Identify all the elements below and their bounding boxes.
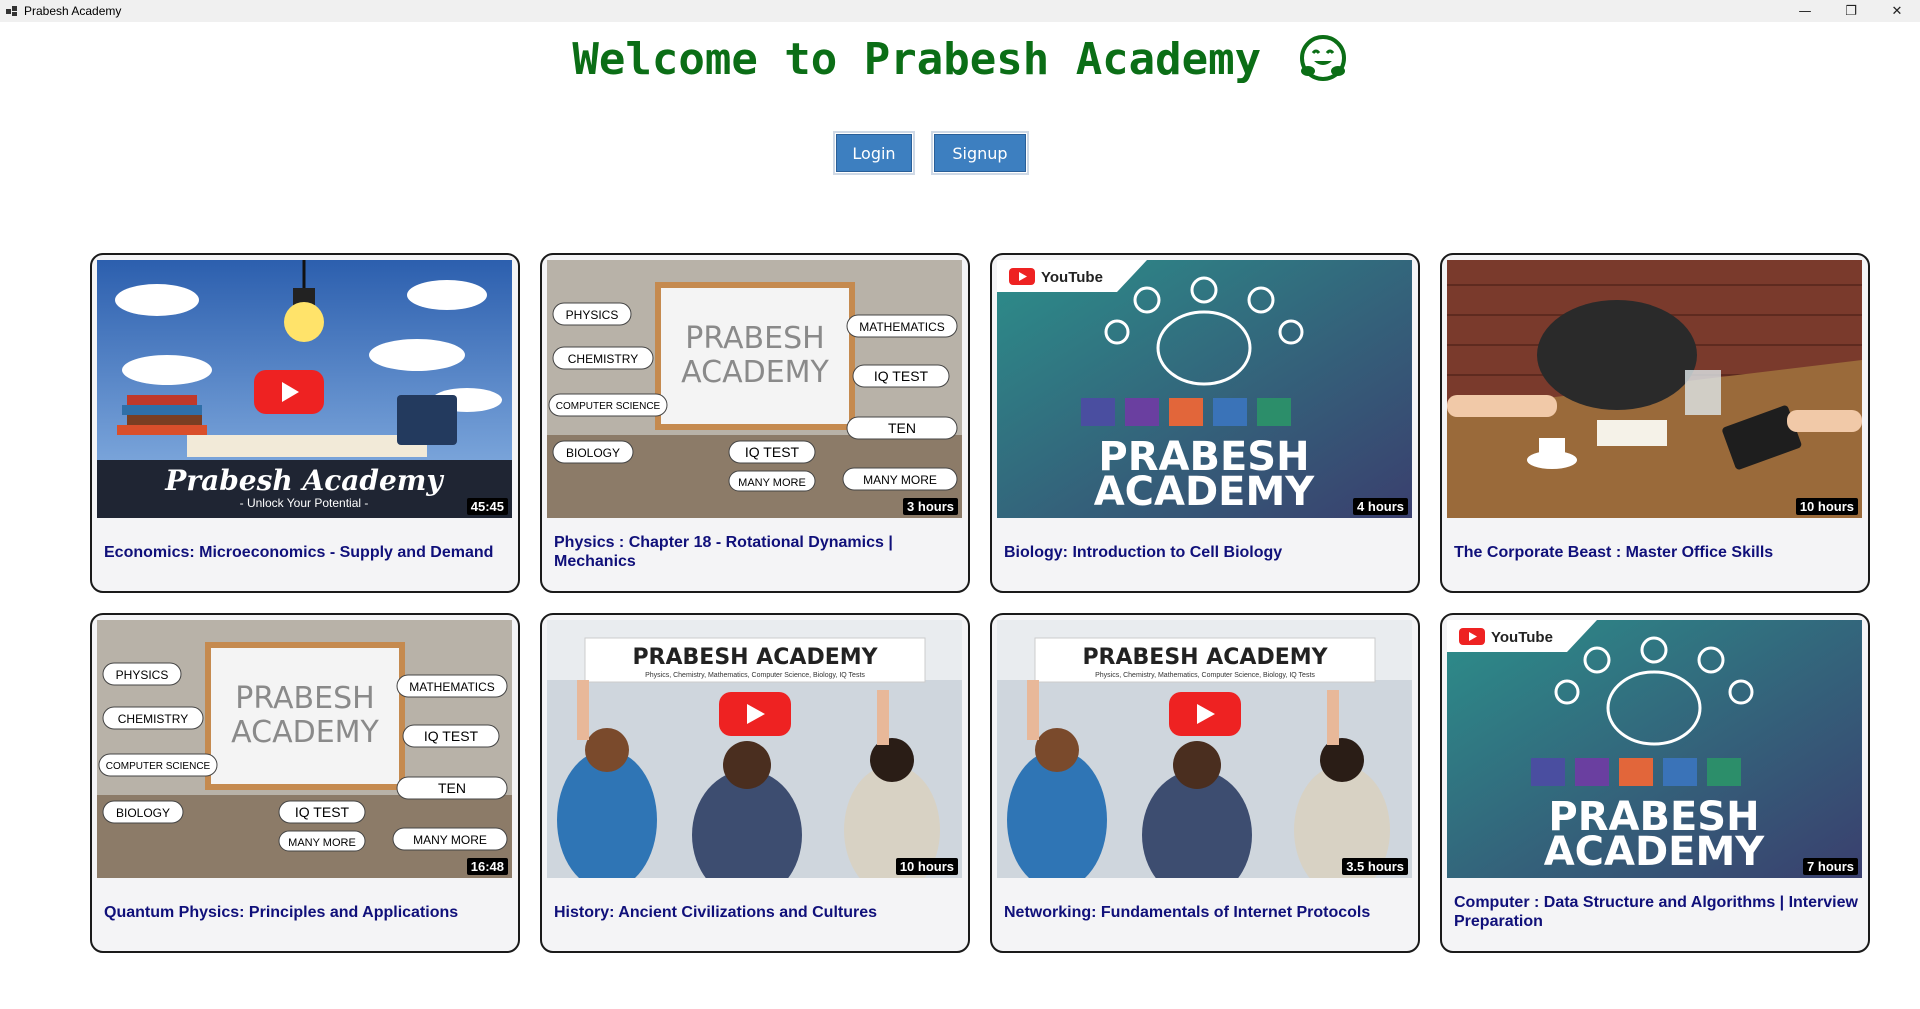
youtube-text: YouTube [1491,629,1553,646]
course-thumbnail: PRABESH ACADEMY PHYSICS CHEMISTRY COMPUT… [97,620,512,878]
close-button[interactable]: ✕ [1874,0,1920,22]
course-card[interactable]: PRABESH ACADEMY PHYSICS CHEMISTRY COMPUT… [90,613,520,953]
course-thumbnail: PRABESH ACADEMY PHYSICS CHEMISTRY COMPUT… [547,260,962,518]
whiteboard-brand-2: ACADEMY [231,715,379,750]
whiteboard-thumbnail: PRABESH ACADEMY PHYSICS CHEMISTRY COMPUT… [547,260,962,518]
course-card[interactable]: YouTube PRABESH ACADEMY 7 hours Computer… [1440,613,1870,953]
welcome-text: Welcome to Prabesh Academy [572,34,1262,85]
auth-buttons: Login Signup [0,131,1920,175]
whiteboard-brand-1: PRABESH [235,681,374,716]
brain-youtube-thumbnail: YouTube PRABESH ACADEMY [997,260,1412,518]
app-icon [4,3,20,19]
youtube-text: YouTube [1041,269,1103,286]
whiteboard-tag: MANY MORE [738,477,806,489]
course-title[interactable]: Economics: Microeconomics - Supply and D… [104,519,508,585]
whiteboard-tag: MANY MORE [288,837,356,849]
banner-title: PRABESH ACADEMY [1082,645,1328,670]
course-card[interactable]: PRABESH ACADEMY PHYSICS CHEMISTRY COMPUT… [540,253,970,593]
whiteboard-tag: TEN [438,780,466,796]
duration-badge: 3 hours [903,498,958,515]
course-title[interactable]: Computer : Data Structure and Algorithms… [1454,879,1858,945]
whiteboard-tag: IQ TEST [874,368,929,384]
course-card[interactable]: PRABESH ACADEMY Physics, Chemistry, Math… [990,613,1420,953]
whiteboard-brand-1: PRABESH [685,321,824,356]
course-title[interactable]: Biology: Introduction to Cell Biology [1004,519,1408,585]
login-button[interactable]: Login [833,131,915,175]
window-controls: — ❐ ✕ [1782,0,1920,22]
whiteboard-tag: PHYSICS [566,308,619,322]
whiteboard-tag: TEN [888,420,916,436]
whiteboard-tag: CHEMISTRY [118,712,188,726]
whiteboard-tag: MATHEMATICS [859,320,945,334]
course-title[interactable]: Networking: Fundamentals of Internet Pro… [1004,879,1408,945]
course-thumbnail: YouTube PRABESH ACADEMY 4 hours [997,260,1412,518]
whiteboard-thumbnail: PRABESH ACADEMY PHYSICS CHEMISTRY COMPUT… [97,620,512,878]
banner-subtitle: Physics, Chemistry, Mathematics, Compute… [645,672,865,679]
course-card[interactable]: PRABESH ACADEMY Physics, Chemistry, Math… [540,613,970,953]
whiteboard-tag: MANY MORE [863,473,937,487]
window-titlebar: Prabesh Academy — ❐ ✕ [0,0,1920,22]
duration-badge: 7 hours [1803,858,1858,875]
window-title: Prabesh Academy [24,4,122,18]
duration-badge: 4 hours [1353,498,1408,515]
signup-button[interactable]: Signup [931,131,1029,175]
duration-badge: 10 hours [895,858,958,875]
whiteboard-brand-2: ACADEMY [681,355,829,390]
course-thumbnail: 10 hours [1447,260,1862,518]
course-title[interactable]: Quantum Physics: Principles and Applicat… [104,879,508,945]
maximize-button[interactable]: ❐ [1828,0,1874,22]
whiteboard-tag: BIOLOGY [566,446,620,460]
whiteboard-tag: IQ TEST [295,804,350,820]
hugging-face-icon [1298,33,1348,83]
brand-block-2: ACADEMY [1544,829,1766,875]
classroom-thumbnail: PRABESH ACADEMY Physics, Chemistry, Math… [997,620,1412,878]
course-thumbnail: PRABESH ACADEMY Physics, Chemistry, Math… [547,620,962,878]
whiteboard-tag: MATHEMATICS [409,680,495,694]
office-table-thumbnail [1447,260,1862,518]
banner-title: PRABESH ACADEMY [632,645,878,670]
banner-subtitle: Physics, Chemistry, Mathematics, Compute… [1095,672,1315,679]
classroom-thumbnail: PRABESH ACADEMY Physics, Chemistry, Math… [547,620,962,878]
whiteboard-tag: MANY MORE [413,833,487,847]
course-thumbnail: Prabesh Academy - Unlock Your Potential … [97,260,512,518]
whiteboard-tag: COMPUTER SCIENCE [106,761,211,772]
minimize-button[interactable]: — [1782,0,1828,22]
duration-badge: 45:45 [466,498,508,515]
whiteboard-tag: PHYSICS [116,668,169,682]
whiteboard-tag: COMPUTER SCIENCE [556,401,661,412]
course-thumbnail: YouTube PRABESH ACADEMY 7 hours [1447,620,1862,878]
course-title[interactable]: The Corporate Beast : Master Office Skil… [1454,519,1858,585]
course-card[interactable]: Prabesh Academy - Unlock Your Potential … [90,253,520,593]
whiteboard-tag: IQ TEST [745,444,800,460]
lightbulb-books-thumbnail: Prabesh Academy - Unlock Your Potential … [97,260,512,518]
course-title[interactable]: Physics : Chapter 18 - Rotational Dynami… [554,519,958,585]
brain-youtube-thumbnail: YouTube PRABESH ACADEMY [1447,620,1862,878]
brand-tagline-text: - Unlock Your Potential - [240,496,369,510]
whiteboard-tag: BIOLOGY [116,806,170,820]
duration-badge: 3.5 hours [1342,858,1408,875]
duration-badge: 10 hours [1795,498,1858,515]
brand-block-2: ACADEMY [1094,469,1316,515]
course-thumbnail: PRABESH ACADEMY Physics, Chemistry, Math… [997,620,1412,878]
duration-badge: 16:48 [466,858,508,875]
whiteboard-tag: IQ TEST [424,728,479,744]
brand-script-text: Prabesh Academy [164,464,444,497]
whiteboard-tag: CHEMISTRY [568,352,638,366]
course-card[interactable]: 10 hours The Corporate Beast : Master Of… [1440,253,1870,593]
course-card[interactable]: YouTube PRABESH ACADEMY 4 hours Biology:… [990,253,1420,593]
welcome-heading: Welcome to Prabesh Academy [0,34,1920,87]
course-title[interactable]: History: Ancient Civilizations and Cultu… [554,879,958,945]
